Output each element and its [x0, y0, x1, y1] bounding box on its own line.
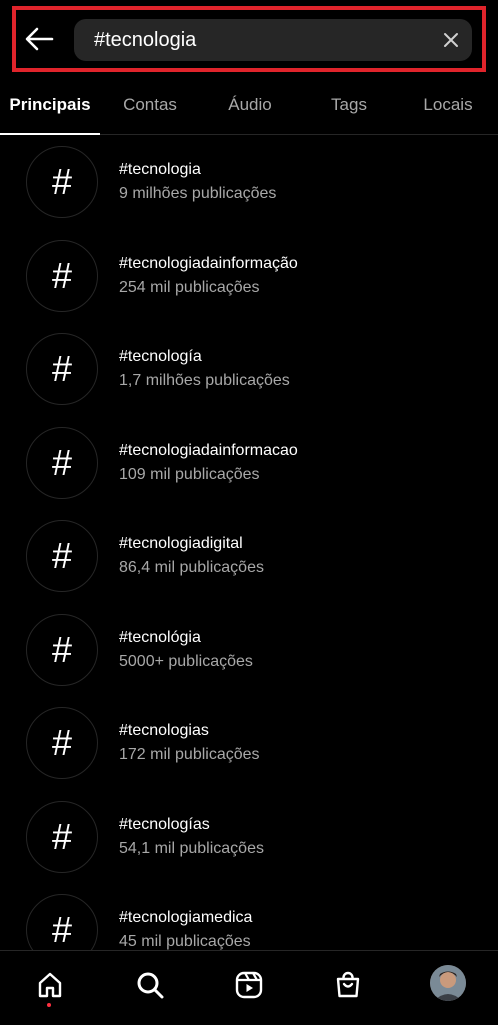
- hashtag-icon: #: [26, 146, 98, 218]
- arrow-left-icon: [25, 27, 54, 51]
- tab-tags[interactable]: Tags: [300, 80, 398, 132]
- hashtag-icon: #: [26, 614, 98, 686]
- post-count: 254 mil publicações: [119, 279, 260, 296]
- active-tab-indicator: [0, 133, 100, 135]
- back-button[interactable]: [22, 24, 56, 54]
- hashtag-title: #tecnologías: [119, 816, 210, 833]
- tab-audio[interactable]: Áudio: [200, 80, 300, 132]
- nav-reels-button[interactable]: [229, 965, 269, 1005]
- post-count: 45 mil publicações: [119, 933, 251, 950]
- reels-icon: [235, 971, 263, 999]
- hashtag-title: #tecnologiamedica: [119, 909, 253, 926]
- notification-dot: [47, 1003, 51, 1007]
- clear-search-button[interactable]: [440, 29, 462, 51]
- tab-contas[interactable]: Contas: [100, 80, 200, 132]
- list-item[interactable]: # #tecnológia 5000+ publicações: [0, 610, 498, 700]
- bottom-navigation: [0, 950, 498, 1025]
- tab-principais[interactable]: Principais: [0, 80, 100, 132]
- home-icon: [38, 972, 62, 998]
- hashtag-title: #tecnologiadainformacao: [119, 442, 298, 459]
- search-tabs: Principais Contas Áudio Tags Locais: [0, 80, 498, 135]
- hashtag-title: #tecnologiadigital: [119, 535, 243, 552]
- search-header: #tecnologia: [12, 6, 486, 72]
- hashtag-title: #tecnologiadainformação: [119, 255, 298, 272]
- hashtag-icon: #: [26, 520, 98, 592]
- list-item[interactable]: # #tecnología 1,7 milhões publicações: [0, 329, 498, 419]
- profile-avatar[interactable]: [430, 965, 466, 1001]
- avatar-image: [430, 965, 466, 1001]
- post-count: 86,4 mil publicações: [119, 559, 264, 576]
- list-item[interactable]: # #tecnologiadigital 86,4 mil publicaçõe…: [0, 516, 498, 606]
- post-count: 54,1 mil publicações: [119, 840, 264, 857]
- tab-locais[interactable]: Locais: [398, 80, 498, 132]
- hashtag-icon: #: [26, 240, 98, 312]
- list-item[interactable]: # #tecnologias 172 mil publicações: [0, 703, 498, 793]
- hashtag-icon: #: [26, 427, 98, 499]
- list-item[interactable]: # #tecnologiadainformação 254 mil public…: [0, 236, 498, 326]
- post-count: 5000+ publicações: [119, 653, 253, 670]
- close-icon: [444, 33, 458, 47]
- hashtag-title: #tecnologias: [119, 722, 209, 739]
- hashtag-icon: #: [26, 707, 98, 779]
- search-query-text: #tecnologia: [94, 29, 197, 51]
- hashtag-title: #tecnológia: [119, 629, 201, 646]
- post-count: 1,7 milhões publicações: [119, 372, 290, 389]
- list-item[interactable]: # #tecnologia 9 milhões publicações: [0, 142, 498, 232]
- nav-search-button[interactable]: [130, 965, 170, 1005]
- hashtag-title: #tecnología: [119, 348, 202, 365]
- nav-home-button[interactable]: [30, 965, 70, 1005]
- post-count: 172 mil publicações: [119, 746, 260, 763]
- shop-icon: [336, 971, 360, 998]
- hashtag-icon: #: [26, 801, 98, 873]
- list-item[interactable]: # #tecnologiadainformacao 109 mil public…: [0, 423, 498, 513]
- nav-shop-button[interactable]: [328, 965, 368, 1005]
- search-icon: [137, 972, 164, 999]
- hashtag-title: #tecnologia: [119, 161, 201, 178]
- post-count: 9 milhões publicações: [119, 185, 277, 202]
- post-count: 109 mil publicações: [119, 466, 260, 483]
- list-item[interactable]: # #tecnologías 54,1 mil publicações: [0, 797, 498, 887]
- hashtag-icon: #: [26, 333, 98, 405]
- search-input[interactable]: #tecnologia: [74, 19, 472, 61]
